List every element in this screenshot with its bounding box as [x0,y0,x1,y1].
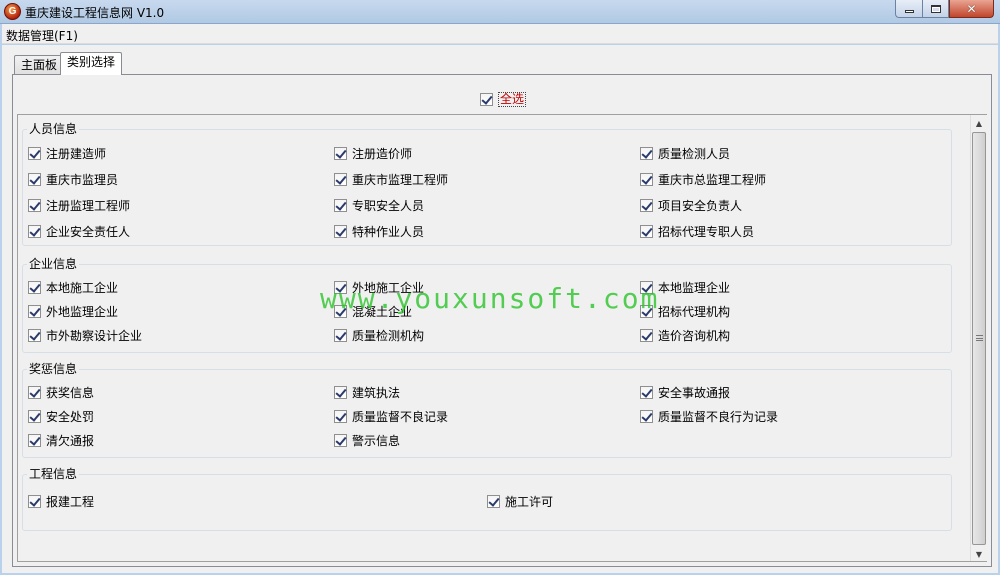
checkbox-box [28,328,41,342]
arrow-up-icon: ▲ [975,119,983,128]
arrow-down-icon: ▼ [975,550,983,559]
group-project: 工程信息 报建工程 施工许可 [22,466,952,531]
checkbox-item[interactable]: 外地监理企业 [28,303,118,319]
checkbox-box [28,433,41,447]
checkbox-box [640,172,653,186]
checkbox-box [334,304,347,318]
checkbox-box [640,304,653,318]
menu-data-management[interactable]: 数据管理(F1) [6,27,78,44]
checkbox-item[interactable]: 企业安全责任人 [28,223,130,239]
group-title: 企业信息 [27,256,80,272]
checkbox-box [28,198,41,212]
checkbox-item[interactable]: 重庆市监理工程师 [334,171,448,187]
checkbox-box [640,198,653,212]
checkbox-box [640,385,653,399]
scroll-down-button[interactable]: ▼ [971,546,987,561]
checkbox-box [28,224,41,238]
checkbox-item[interactable]: 安全事故通报 [640,384,730,400]
checkbox-box [640,280,653,294]
checkbox-item[interactable]: 注册建造师 [28,145,106,161]
group-personnel: 人员信息 注册建造师 注册造价师 质量检测人员 重庆市监理员 重庆市监理工程师 … [22,121,952,246]
checkbox-item[interactable]: 注册造价师 [334,145,412,161]
app-icon: G [4,3,21,20]
select-all-label: 全选 [498,91,527,107]
checkbox-box [334,328,347,342]
close-icon: ✕ [966,1,977,16]
checkbox-item[interactable]: 获奖信息 [28,384,94,400]
tab-main-panel[interactable]: 主面板 [14,55,65,74]
checkbox-item[interactable]: 外地施工企业 [334,279,424,295]
checkbox-box [28,146,41,160]
checkbox-box [640,146,653,160]
checkbox-item[interactable]: 专职安全人员 [334,197,424,213]
checkbox-item[interactable]: 招标代理机构 [640,303,730,319]
checkbox-item[interactable]: 本地施工企业 [28,279,118,295]
checkbox-item[interactable]: 质量检测人员 [640,145,730,161]
category-scroll-area[interactable]: 人员信息 注册建造师 注册造价师 质量检测人员 重庆市监理员 重庆市监理工程师 … [17,114,987,562]
checkbox-item[interactable]: 清欠通报 [28,432,94,448]
checkbox-box [334,409,347,423]
checkbox-item[interactable]: 市外勘察设计企业 [28,327,142,343]
checkbox-item[interactable]: 招标代理专职人员 [640,223,754,239]
checkbox-item[interactable]: 施工许可 [487,493,553,509]
checkbox-item[interactable]: 重庆市监理员 [28,171,118,187]
group-title: 奖惩信息 [27,361,80,377]
grip-icon [976,335,983,341]
checkbox-box [334,433,347,447]
group-title: 工程信息 [27,466,80,482]
group-rewards-penalties: 奖惩信息 获奖信息 建筑执法 安全事故通报 安全处罚 质量监督不良记录 质量监督… [22,361,952,458]
checkbox-box [334,224,347,238]
checkbox-box [480,92,493,106]
checkbox-box [28,494,41,508]
maximize-button[interactable] [922,0,949,18]
checkbox-item[interactable]: 安全处罚 [28,408,94,424]
title-bar[interactable]: G 重庆建设工程信息网 V1.0 ✕ [0,0,1000,24]
checkbox-item[interactable]: 质量监督不良记录 [334,408,448,424]
checkbox-box [334,146,347,160]
checkbox-box [334,198,347,212]
close-button[interactable]: ✕ [949,0,994,18]
checkbox-box [334,172,347,186]
checkbox-box [28,409,41,423]
checkbox-box [28,385,41,399]
maximize-icon [930,4,941,13]
checkbox-box [487,494,500,508]
vertical-scrollbar[interactable]: ▲ ▼ [970,115,987,561]
tab-panel: 全选 人员信息 注册建造师 注册造价师 质量检测人员 重庆市监理员 重庆市监理工… [12,74,992,567]
checkbox-box [28,280,41,294]
checkbox-item[interactable]: 特种作业人员 [334,223,424,239]
window-controls: ✕ [895,0,994,18]
select-all-checkbox[interactable]: 全选 [480,91,527,107]
minimize-icon [904,10,914,13]
checkbox-item[interactable]: 质量检测机构 [334,327,424,343]
checkbox-item[interactable]: 本地监理企业 [640,279,730,295]
minimize-button[interactable] [895,0,922,18]
checkbox-item[interactable]: 重庆市总监理工程师 [640,171,766,187]
checkbox-box [640,409,653,423]
scroll-up-button[interactable]: ▲ [971,115,987,132]
checkbox-box [640,328,653,342]
scrollbar-thumb[interactable] [972,132,986,545]
checkbox-item[interactable]: 造价咨询机构 [640,327,730,343]
tab-category-select[interactable]: 类别选择 [60,52,123,75]
checkbox-box [334,280,347,294]
checkbox-item[interactable]: 报建工程 [28,493,94,509]
checkbox-item[interactable]: 警示信息 [334,432,400,448]
checkbox-item[interactable]: 质量监督不良行为记录 [640,408,778,424]
checkbox-item[interactable]: 混凝土企业 [334,303,412,319]
group-enterprise: 企业信息 本地施工企业 外地施工企业 本地监理企业 外地监理企业 混凝土企业 招… [22,256,952,353]
client-area: 主面板 类别选择 全选 人员信息 注册建造师 注册造价师 质量检测人员 重庆市监… [2,45,998,573]
checkbox-item[interactable]: 建筑执法 [334,384,400,400]
checkbox-item[interactable]: 项目安全负责人 [640,197,742,213]
group-title: 人员信息 [27,121,80,137]
menu-bar: 数据管理(F1) [2,24,998,44]
checkbox-box [28,304,41,318]
checkbox-box [334,385,347,399]
window-title: 重庆建设工程信息网 V1.0 [25,6,165,20]
checkbox-box [640,224,653,238]
checkbox-box [28,172,41,186]
checkbox-item[interactable]: 注册监理工程师 [28,197,130,213]
